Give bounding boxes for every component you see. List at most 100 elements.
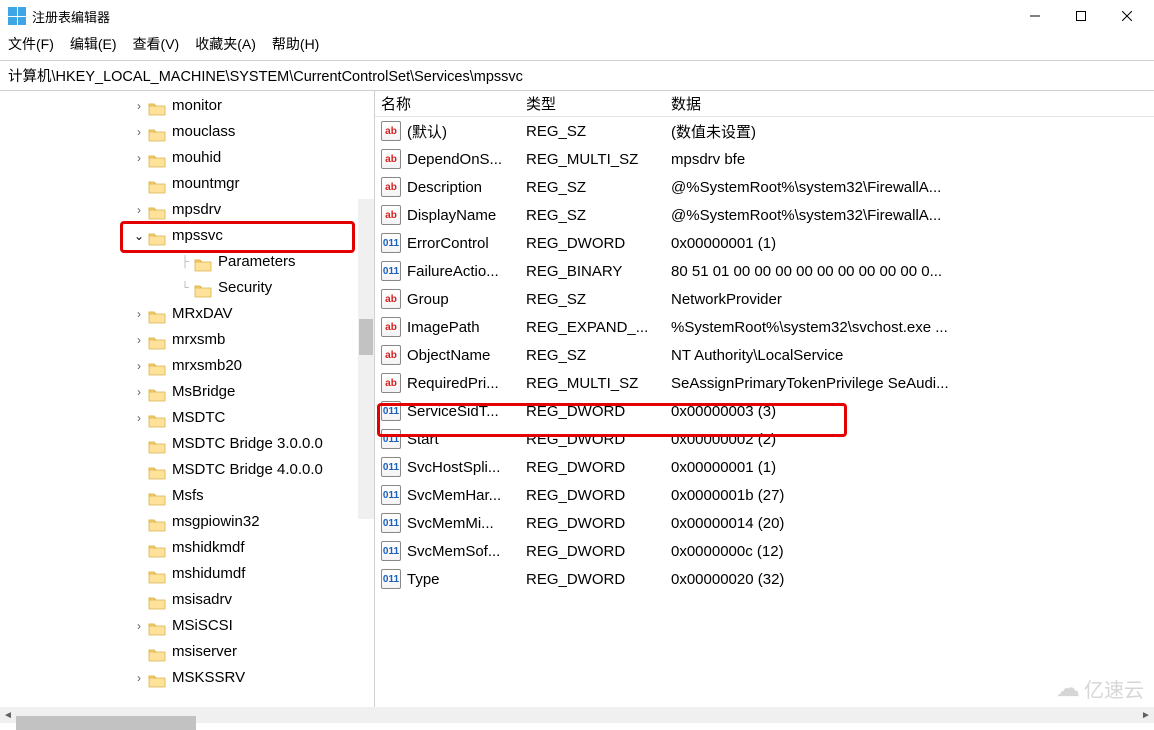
menu-file[interactable]: 文件(F) [8,34,54,54]
value-row[interactable]: abDependOnS...REG_MULTI_SZmpsdrv bfe [375,145,1154,173]
tree-item-monitor[interactable]: › monitor [2,93,374,119]
close-button[interactable] [1104,1,1150,31]
tree-item-msdtc-bridge-3-0-0-0[interactable]: MSDTC Bridge 3.0.0.0 [2,431,374,457]
value-row[interactable]: 011TypeREG_DWORD0x00000020 (32) [375,565,1154,593]
chevron-right-icon[interactable]: › [132,327,146,353]
values-list[interactable]: ab(默认)REG_SZ(数值未设置)abDependOnS...REG_MUL… [375,117,1154,593]
tree-item-mrxdav[interactable]: › MRxDAV [2,301,374,327]
col-header-type[interactable]: 类型 [526,93,671,114]
tree-item-security[interactable]: └Security [2,275,374,301]
folder-icon [148,99,166,114]
menu-favorites[interactable]: 收藏夹(A) [195,34,256,54]
value-row[interactable]: 011SvcMemMi...REG_DWORD0x00000014 (20) [375,509,1154,537]
chevron-right-icon[interactable]: › [132,145,146,171]
value-row[interactable]: 011SvcHostSpli...REG_DWORD0x00000001 (1) [375,453,1154,481]
registry-tree[interactable]: › monitor›mouclass›mouhidmountmgr›mpsdrv⌄… [0,91,374,693]
col-header-name[interactable]: 名称 [381,93,526,114]
value-row[interactable]: abGroupREG_SZNetworkProvider [375,285,1154,313]
value-row[interactable]: abDescriptionREG_SZ@%SystemRoot%\system3… [375,173,1154,201]
value-row[interactable]: abRequiredPri...REG_MULTI_SZSeAssignPrim… [375,369,1154,397]
scrollbar-thumb[interactable] [16,716,196,730]
value-type: REG_DWORD [526,543,671,560]
chevron-down-icon[interactable]: ⌄ [132,223,146,249]
title-bar: 注册表编辑器 [0,0,1154,32]
value-row[interactable]: 011SvcMemSof...REG_DWORD0x0000000c (12) [375,537,1154,565]
tree-item-label: monitor [172,93,222,119]
value-row[interactable]: abDisplayNameREG_SZ@%SystemRoot%\system3… [375,201,1154,229]
value-data: 0x00000001 (1) [671,235,1154,252]
tree-item-msfs[interactable]: Msfs [2,483,374,509]
chevron-right-icon[interactable]: › [132,665,146,691]
binary-value-icon: 011 [381,513,401,533]
tree-item-parameters[interactable]: ├Parameters [2,249,374,275]
app-icon [8,7,26,25]
tree-item-label: mpssvc [172,223,223,249]
value-row[interactable]: abImagePathREG_EXPAND_...%SystemRoot%\sy… [375,313,1154,341]
tree-item-mpsdrv[interactable]: ›mpsdrv [2,197,374,223]
address-bar[interactable]: 计算机\HKEY_LOCAL_MACHINE\SYSTEM\CurrentCon… [0,60,1154,91]
value-name: SvcMemHar... [407,487,526,504]
tree-item-mshidkmdf[interactable]: mshidkmdf [2,535,374,561]
chevron-right-icon[interactable]: › [132,405,146,431]
value-row[interactable]: 011ErrorControlREG_DWORD0x00000001 (1) [375,229,1154,257]
value-data: 0x00000020 (32) [671,571,1154,588]
chevron-right-icon[interactable]: › [132,119,146,145]
value-row[interactable]: 011SvcMemHar...REG_DWORD0x0000001b (27) [375,481,1154,509]
value-type: REG_DWORD [526,515,671,532]
chevron-right-icon[interactable]: › [132,93,146,119]
value-name: FailureActio... [407,263,526,280]
value-data: NT Authority\LocalService [671,347,1154,364]
value-type: REG_SZ [526,291,671,308]
horizontal-scrollbar[interactable]: ◄ ► [0,707,1154,723]
binary-value-icon: 011 [381,401,401,421]
tree-item-msbridge[interactable]: ›MsBridge [2,379,374,405]
tree-item-mpssvc[interactable]: ⌄ mpssvc [2,223,374,249]
chevron-right-icon[interactable]: › [132,613,146,639]
chevron-right-icon[interactable]: › [132,379,146,405]
menu-help[interactable]: 帮助(H) [272,34,319,54]
tree-item-label: Security [218,275,272,301]
folder-icon [148,671,166,686]
value-row[interactable]: 011FailureActio...REG_BINARY80 51 01 00 … [375,257,1154,285]
tree-item-msiscsi[interactable]: ›MSiSCSI [2,613,374,639]
tree-item-msdtc[interactable]: ›MSDTC [2,405,374,431]
chevron-right-icon[interactable]: › [132,197,146,223]
tree-item-mouclass[interactable]: ›mouclass [2,119,374,145]
value-name: DisplayName [407,207,526,224]
scroll-right-icon[interactable]: ► [1138,707,1154,723]
value-row[interactable]: 011StartREG_DWORD0x00000002 (2) [375,425,1154,453]
folder-icon [148,437,166,452]
scroll-left-icon[interactable]: ◄ [0,707,16,723]
tree-item-mrxsmb[interactable]: ›mrxsmb [2,327,374,353]
menu-edit[interactable]: 编辑(E) [70,34,117,54]
folder-icon [194,281,212,296]
tree-item-msgpiowin32[interactable]: msgpiowin32 [2,509,374,535]
chevron-right-icon[interactable]: › [132,353,146,379]
menu-view[interactable]: 查看(V) [133,34,180,54]
scrollbar-thumb[interactable] [359,319,373,355]
value-row[interactable]: abObjectNameREG_SZNT Authority\LocalServ… [375,341,1154,369]
string-value-icon: ab [381,121,401,141]
tree-item-mshidumdf[interactable]: mshidumdf [2,561,374,587]
col-header-data[interactable]: 数据 [671,93,1154,114]
tree-item-label: MRxDAV [172,301,233,327]
value-data: 0x0000001b (27) [671,487,1154,504]
value-row[interactable]: ab(默认)REG_SZ(数值未设置) [375,117,1154,145]
tree-item-msiserver[interactable]: msiserver [2,639,374,665]
tree-item-mountmgr[interactable]: mountmgr [2,171,374,197]
value-row[interactable]: 011ServiceSidT...REG_DWORD0x00000003 (3) [375,397,1154,425]
tree-item-label: msisadrv [172,587,232,613]
tree-vertical-scrollbar[interactable] [358,199,374,519]
tree-item-mrxsmb20[interactable]: ›mrxsmb20 [2,353,374,379]
tree-item-msdtc-bridge-4-0-0-0[interactable]: MSDTC Bridge 4.0.0.0 [2,457,374,483]
minimize-button[interactable] [1012,1,1058,31]
maximize-button[interactable] [1058,1,1104,31]
value-type: REG_MULTI_SZ [526,375,671,392]
tree-item-label: mshidkmdf [172,535,245,561]
tree-item-mskssrv[interactable]: ›MSKSSRV [2,665,374,691]
binary-value-icon: 011 [381,429,401,449]
chevron-right-icon[interactable]: › [132,301,146,327]
tree-item-msisadrv[interactable]: msisadrv [2,587,374,613]
tree-pane: › monitor›mouclass›mouhidmountmgr›mpsdrv⌄… [0,91,375,710]
tree-item-mouhid[interactable]: ›mouhid [2,145,374,171]
